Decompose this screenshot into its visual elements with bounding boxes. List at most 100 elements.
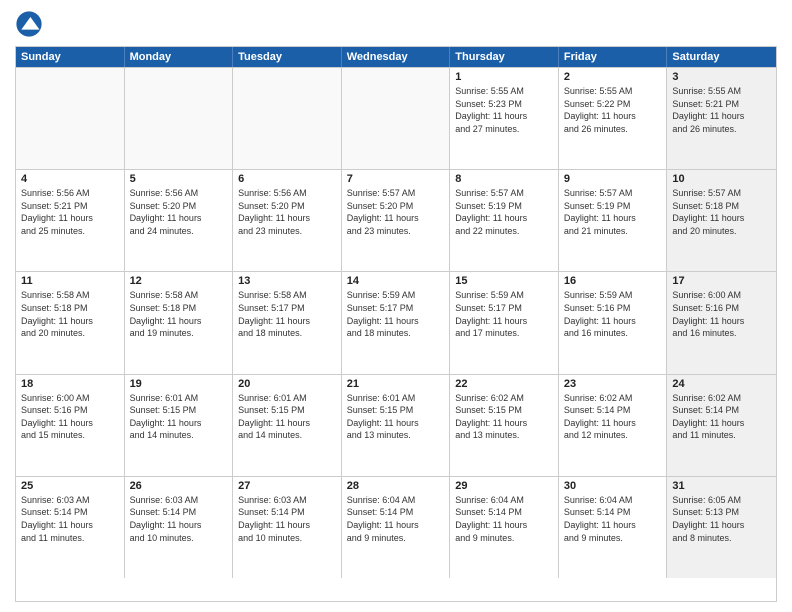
sun-info: Sunrise: 6:00 AMSunset: 5:16 PMDaylight:… — [21, 392, 119, 442]
day-number: 31 — [672, 480, 771, 492]
cal-cell: 2 Sunrise: 5:55 AMSunset: 5:22 PMDaylight… — [559, 68, 668, 169]
day-number: 5 — [130, 173, 228, 185]
week-row-4: 18Sunrise: 6:00 AMSunset: 5:16 PMDayligh… — [16, 374, 776, 476]
logo-icon — [15, 10, 43, 38]
cal-cell: 1Sunrise: 5:55 AMSunset: 5:23 PMDaylight… — [450, 68, 559, 169]
day-header-tuesday: Tuesday — [233, 47, 342, 67]
sun-info: Sunrise: 6:04 AMSunset: 5:14 PMDaylight:… — [564, 494, 662, 544]
cal-cell — [233, 68, 342, 169]
day-header-sunday: Sunday — [16, 47, 125, 67]
cal-cell: 7 Sunrise: 5:57 AMSunset: 5:20 PMDaylight… — [342, 170, 451, 271]
cal-cell: 30 Sunrise: 6:04 AMSunset: 5:14 PMDayligh… — [559, 477, 668, 578]
sun-info: Sunrise: 6:03 AMSunset: 5:14 PMDaylight:… — [130, 494, 228, 544]
sun-info: Sunrise: 6:02 AMSunset: 5:14 PMDaylight:… — [564, 392, 662, 442]
sun-info: Sunrise: 6:01 AMSunset: 5:15 PMDaylight:… — [130, 392, 228, 442]
day-header-saturday: Saturday — [667, 47, 776, 67]
sun-info: Sunrise: 5:57 AMSunset: 5:19 PMDaylight:… — [455, 187, 553, 237]
day-number: 4 — [21, 173, 119, 185]
sun-info: Sunrise: 6:03 AMSunset: 5:14 PMDaylight:… — [238, 494, 336, 544]
day-number: 13 — [238, 275, 336, 287]
day-number: 10 — [672, 173, 771, 185]
cal-cell: 12 Sunrise: 5:58 AMSunset: 5:18 PMDayligh… — [125, 272, 234, 373]
sun-info: Sunrise: 5:58 AMSunset: 5:18 PMDaylight:… — [21, 289, 119, 339]
cal-cell: 19Sunrise: 6:01 AMSunset: 5:15 PMDayligh… — [125, 375, 234, 476]
day-header-monday: Monday — [125, 47, 234, 67]
cal-cell — [125, 68, 234, 169]
cal-cell: 31 Sunrise: 6:05 AMSunset: 5:13 PMDayligh… — [667, 477, 776, 578]
day-number: 22 — [455, 378, 553, 390]
cal-cell: 26 Sunrise: 6:03 AMSunset: 5:14 PMDayligh… — [125, 477, 234, 578]
sun-info: Sunrise: 5:55 AMSunset: 5:22 PMDaylight:… — [564, 85, 662, 135]
calendar-body: 1Sunrise: 5:55 AMSunset: 5:23 PMDaylight… — [16, 67, 776, 578]
day-number: 26 — [130, 480, 228, 492]
week-row-2: 4 Sunrise: 5:56 AMSunset: 5:21 PMDaylight… — [16, 169, 776, 271]
day-number: 23 — [564, 378, 662, 390]
day-number: 20 — [238, 378, 336, 390]
sun-info: Sunrise: 5:57 AMSunset: 5:19 PMDaylight:… — [564, 187, 662, 237]
sun-info: Sunrise: 5:58 AMSunset: 5:18 PMDaylight:… — [130, 289, 228, 339]
day-number: 30 — [564, 480, 662, 492]
page: SundayMondayTuesdayWednesdayThursdayFrid… — [0, 0, 792, 612]
cal-cell: 18Sunrise: 6:00 AMSunset: 5:16 PMDayligh… — [16, 375, 125, 476]
day-number: 24 — [672, 378, 771, 390]
day-number: 1 — [455, 71, 553, 83]
cal-cell: 16 Sunrise: 5:59 AMSunset: 5:16 PMDayligh… — [559, 272, 668, 373]
day-number: 27 — [238, 480, 336, 492]
sun-info: Sunrise: 6:04 AMSunset: 5:14 PMDaylight:… — [455, 494, 553, 544]
cal-cell: 11 Sunrise: 5:58 AMSunset: 5:18 PMDayligh… — [16, 272, 125, 373]
day-header-friday: Friday — [559, 47, 668, 67]
day-number: 21 — [347, 378, 445, 390]
cal-cell: 23 Sunrise: 6:02 AMSunset: 5:14 PMDayligh… — [559, 375, 668, 476]
day-header-wednesday: Wednesday — [342, 47, 451, 67]
sun-info: Sunrise: 6:01 AMSunset: 5:15 PMDaylight:… — [347, 392, 445, 442]
sun-info: Sunrise: 6:03 AMSunset: 5:14 PMDaylight:… — [21, 494, 119, 544]
week-row-3: 11 Sunrise: 5:58 AMSunset: 5:18 PMDayligh… — [16, 271, 776, 373]
cal-cell: 15 Sunrise: 5:59 AMSunset: 5:17 PMDayligh… — [450, 272, 559, 373]
cal-cell: 28 Sunrise: 6:04 AMSunset: 5:14 PMDayligh… — [342, 477, 451, 578]
cal-cell: 29 Sunrise: 6:04 AMSunset: 5:14 PMDayligh… — [450, 477, 559, 578]
day-number: 25 — [21, 480, 119, 492]
cal-cell — [342, 68, 451, 169]
sun-info: Sunrise: 6:01 AMSunset: 5:15 PMDaylight:… — [238, 392, 336, 442]
cal-cell: 14Sunrise: 5:59 AMSunset: 5:17 PMDayligh… — [342, 272, 451, 373]
sun-info: Sunrise: 5:56 AMSunset: 5:21 PMDaylight:… — [21, 187, 119, 237]
day-number: 16 — [564, 275, 662, 287]
header — [15, 10, 777, 38]
cal-cell: 4 Sunrise: 5:56 AMSunset: 5:21 PMDaylight… — [16, 170, 125, 271]
sun-info: Sunrise: 5:59 AMSunset: 5:16 PMDaylight:… — [564, 289, 662, 339]
cal-cell: 8Sunrise: 5:57 AMSunset: 5:19 PMDaylight… — [450, 170, 559, 271]
day-number: 28 — [347, 480, 445, 492]
cal-cell: 6 Sunrise: 5:56 AMSunset: 5:20 PMDaylight… — [233, 170, 342, 271]
day-number: 29 — [455, 480, 553, 492]
day-header-thursday: Thursday — [450, 47, 559, 67]
sun-info: Sunrise: 5:57 AMSunset: 5:20 PMDaylight:… — [347, 187, 445, 237]
day-number: 7 — [347, 173, 445, 185]
calendar-header: SundayMondayTuesdayWednesdayThursdayFrid… — [16, 47, 776, 67]
cal-cell: 22Sunrise: 6:02 AMSunset: 5:15 PMDayligh… — [450, 375, 559, 476]
sun-info: Sunrise: 6:02 AMSunset: 5:14 PMDaylight:… — [672, 392, 771, 442]
cal-cell — [16, 68, 125, 169]
logo — [15, 10, 47, 38]
day-number: 17 — [672, 275, 771, 287]
sun-info: Sunrise: 5:56 AMSunset: 5:20 PMDaylight:… — [238, 187, 336, 237]
cal-cell: 17 Sunrise: 6:00 AMSunset: 5:16 PMDayligh… — [667, 272, 776, 373]
sun-info: Sunrise: 5:55 AMSunset: 5:21 PMDaylight:… — [672, 85, 771, 135]
sun-info: Sunrise: 5:56 AMSunset: 5:20 PMDaylight:… — [130, 187, 228, 237]
day-number: 2 — [564, 71, 662, 83]
day-number: 3 — [672, 71, 771, 83]
day-number: 12 — [130, 275, 228, 287]
cal-cell: 21 Sunrise: 6:01 AMSunset: 5:15 PMDayligh… — [342, 375, 451, 476]
day-number: 15 — [455, 275, 553, 287]
cal-cell: 10 Sunrise: 5:57 AMSunset: 5:18 PMDayligh… — [667, 170, 776, 271]
sun-info: Sunrise: 6:05 AMSunset: 5:13 PMDaylight:… — [672, 494, 771, 544]
cal-cell: 13Sunrise: 5:58 AMSunset: 5:17 PMDayligh… — [233, 272, 342, 373]
cal-cell: 27 Sunrise: 6:03 AMSunset: 5:14 PMDayligh… — [233, 477, 342, 578]
sun-info: Sunrise: 5:59 AMSunset: 5:17 PMDaylight:… — [455, 289, 553, 339]
sun-info: Sunrise: 6:04 AMSunset: 5:14 PMDaylight:… — [347, 494, 445, 544]
day-number: 6 — [238, 173, 336, 185]
sun-info: Sunrise: 6:00 AMSunset: 5:16 PMDaylight:… — [672, 289, 771, 339]
sun-info: Sunrise: 5:57 AMSunset: 5:18 PMDaylight:… — [672, 187, 771, 237]
cal-cell: 25 Sunrise: 6:03 AMSunset: 5:14 PMDayligh… — [16, 477, 125, 578]
day-number: 11 — [21, 275, 119, 287]
week-row-5: 25 Sunrise: 6:03 AMSunset: 5:14 PMDayligh… — [16, 476, 776, 578]
